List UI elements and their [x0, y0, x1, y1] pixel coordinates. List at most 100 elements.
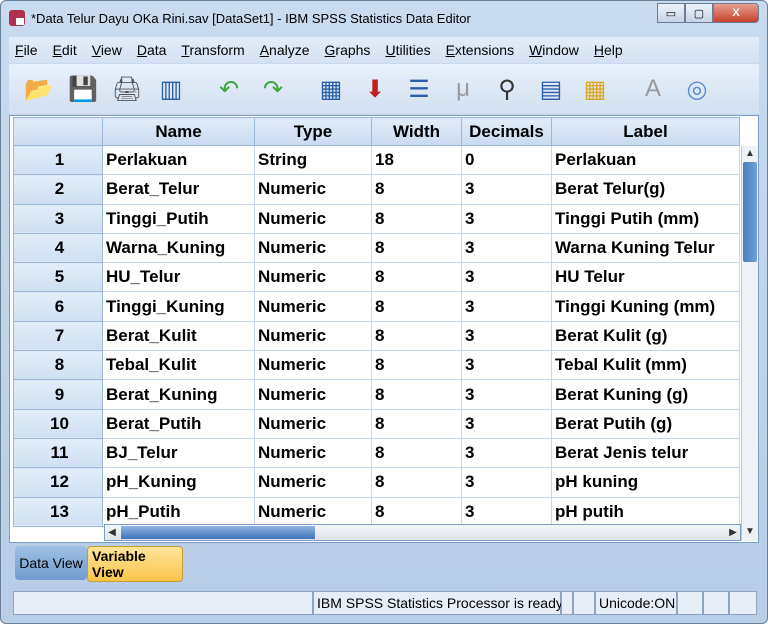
type-cell[interactable]: Numeric: [254, 291, 372, 322]
type-cell[interactable]: Numeric: [254, 203, 372, 234]
decimals-cell[interactable]: 3: [461, 232, 552, 264]
menu-extensions[interactable]: Extensions: [446, 42, 515, 58]
menu-data[interactable]: Data: [137, 42, 167, 58]
insert-cases-icon[interactable]: ▤: [533, 71, 569, 107]
width-cell[interactable]: 8: [371, 262, 462, 293]
name-cell[interactable]: Berat_Kulit: [102, 320, 255, 352]
decimals-cell[interactable]: 3: [461, 408, 552, 439]
label-cell[interactable]: Tinggi Putih (mm): [551, 203, 740, 234]
row-number[interactable]: 1: [13, 144, 103, 176]
maximize-button[interactable]: ▢: [685, 3, 713, 23]
name-cell[interactable]: BJ_Telur: [102, 437, 255, 469]
name-cell[interactable]: Tinggi_Kuning: [102, 291, 255, 322]
decimals-cell[interactable]: 0: [461, 144, 552, 176]
label-cell[interactable]: Berat Jenis telur: [551, 437, 740, 469]
go-to-variable-icon[interactable]: ⬇: [357, 71, 393, 107]
scroll-left-arrow-icon[interactable]: ◀: [105, 525, 119, 540]
name-cell[interactable]: Warna_Kuning: [102, 232, 255, 264]
name-cell[interactable]: Berat_Telur: [102, 174, 255, 205]
undo-icon[interactable]: ↶: [211, 71, 247, 107]
type-cell[interactable]: Numeric: [254, 408, 372, 439]
scroll-right-arrow-icon[interactable]: ▶: [726, 525, 740, 540]
label-cell[interactable]: Tebal Kulit (mm): [551, 350, 740, 381]
row-number[interactable]: 10: [13, 408, 103, 439]
column-header-decimals[interactable]: Decimals: [461, 117, 552, 146]
close-button[interactable]: X: [713, 3, 759, 23]
menu-edit[interactable]: Edit: [53, 42, 77, 58]
type-cell[interactable]: Numeric: [254, 262, 372, 293]
width-cell[interactable]: 8: [371, 496, 462, 527]
column-header-label[interactable]: Label: [551, 117, 740, 146]
save-icon[interactable]: 💾: [65, 71, 101, 107]
type-cell[interactable]: Numeric: [254, 320, 372, 352]
width-cell[interactable]: 8: [371, 467, 462, 498]
type-cell[interactable]: Numeric: [254, 496, 372, 527]
width-cell[interactable]: 8: [371, 232, 462, 264]
minimize-button[interactable]: ▭: [657, 3, 685, 23]
go-to-case-icon[interactable]: ▦: [313, 71, 349, 107]
row-number[interactable]: 6: [13, 291, 103, 322]
width-cell[interactable]: 8: [371, 203, 462, 234]
type-cell[interactable]: Numeric: [254, 437, 372, 469]
row-number[interactable]: 5: [13, 262, 103, 293]
type-cell[interactable]: Numeric: [254, 350, 372, 381]
find-icon[interactable]: ⚲: [489, 71, 525, 107]
decimals-cell[interactable]: 3: [461, 203, 552, 234]
row-number[interactable]: 13: [13, 496, 103, 527]
row-number[interactable]: 9: [13, 379, 103, 410]
width-cell[interactable]: 8: [371, 291, 462, 322]
width-cell[interactable]: 8: [371, 408, 462, 439]
label-cell[interactable]: Berat Kulit (g): [551, 320, 740, 352]
row-number[interactable]: 8: [13, 350, 103, 381]
label-cell[interactable]: Perlakuan: [551, 144, 740, 176]
decimals-cell[interactable]: 3: [461, 291, 552, 322]
label-cell[interactable]: Berat Kuning (g): [551, 379, 740, 410]
name-cell[interactable]: Berat_Putih: [102, 408, 255, 439]
menu-transform[interactable]: Transform: [181, 42, 244, 58]
label-cell[interactable]: Berat Telur(g): [551, 174, 740, 205]
label-cell[interactable]: pH kuning: [551, 467, 740, 498]
vertical-scroll-thumb[interactable]: [743, 162, 757, 262]
name-cell[interactable]: Perlakuan: [102, 144, 255, 176]
type-cell[interactable]: Numeric: [254, 232, 372, 264]
menu-graphs[interactable]: Graphs: [325, 42, 371, 58]
print-icon[interactable]: 🖨: [109, 71, 145, 107]
scroll-down-arrow-icon[interactable]: ▼: [743, 524, 757, 539]
name-cell[interactable]: pH_Putih: [102, 496, 255, 527]
recall-dialog-icon[interactable]: ▥: [153, 71, 189, 107]
menu-analyze[interactable]: Analyze: [260, 42, 310, 58]
label-cell[interactable]: Berat Putih (g): [551, 408, 740, 439]
decimals-cell[interactable]: 3: [461, 437, 552, 469]
redo-icon[interactable]: ↷: [255, 71, 291, 107]
decimals-cell[interactable]: 3: [461, 174, 552, 205]
row-number[interactable]: 12: [13, 467, 103, 498]
row-number[interactable]: 4: [13, 232, 103, 264]
width-cell[interactable]: 8: [371, 437, 462, 469]
name-cell[interactable]: Tinggi_Putih: [102, 203, 255, 234]
decimals-cell[interactable]: 3: [461, 496, 552, 527]
value-labels-icon[interactable]: A: [635, 71, 671, 107]
label-cell[interactable]: pH putih: [551, 496, 740, 527]
horizontal-scrollbar[interactable]: ◀ ▶: [104, 524, 741, 541]
row-number[interactable]: 2: [13, 174, 103, 205]
insert-variable-icon[interactable]: ▦: [577, 71, 613, 107]
name-cell[interactable]: Berat_Kuning: [102, 379, 255, 410]
vertical-scrollbar[interactable]: ▲ ▼: [741, 146, 758, 541]
decimals-cell[interactable]: 3: [461, 379, 552, 410]
variables-icon[interactable]: ☰: [401, 71, 437, 107]
horizontal-scroll-thumb[interactable]: [121, 526, 315, 539]
width-cell[interactable]: 8: [371, 350, 462, 381]
row-number[interactable]: 3: [13, 203, 103, 234]
tab-data-view[interactable]: Data View: [15, 546, 87, 580]
row-number[interactable]: 11: [13, 437, 103, 469]
tab-variable-view[interactable]: Variable View: [87, 546, 183, 582]
use-sets-icon[interactable]: ◎: [679, 71, 715, 107]
width-cell[interactable]: 8: [371, 379, 462, 410]
open-folder-icon[interactable]: 📂: [21, 71, 57, 107]
menu-utilities[interactable]: Utilities: [385, 42, 430, 58]
type-cell[interactable]: Numeric: [254, 174, 372, 205]
row-number[interactable]: 7: [13, 320, 103, 352]
width-cell[interactable]: 8: [371, 320, 462, 352]
decimals-cell[interactable]: 3: [461, 320, 552, 352]
type-cell[interactable]: String: [254, 144, 372, 176]
